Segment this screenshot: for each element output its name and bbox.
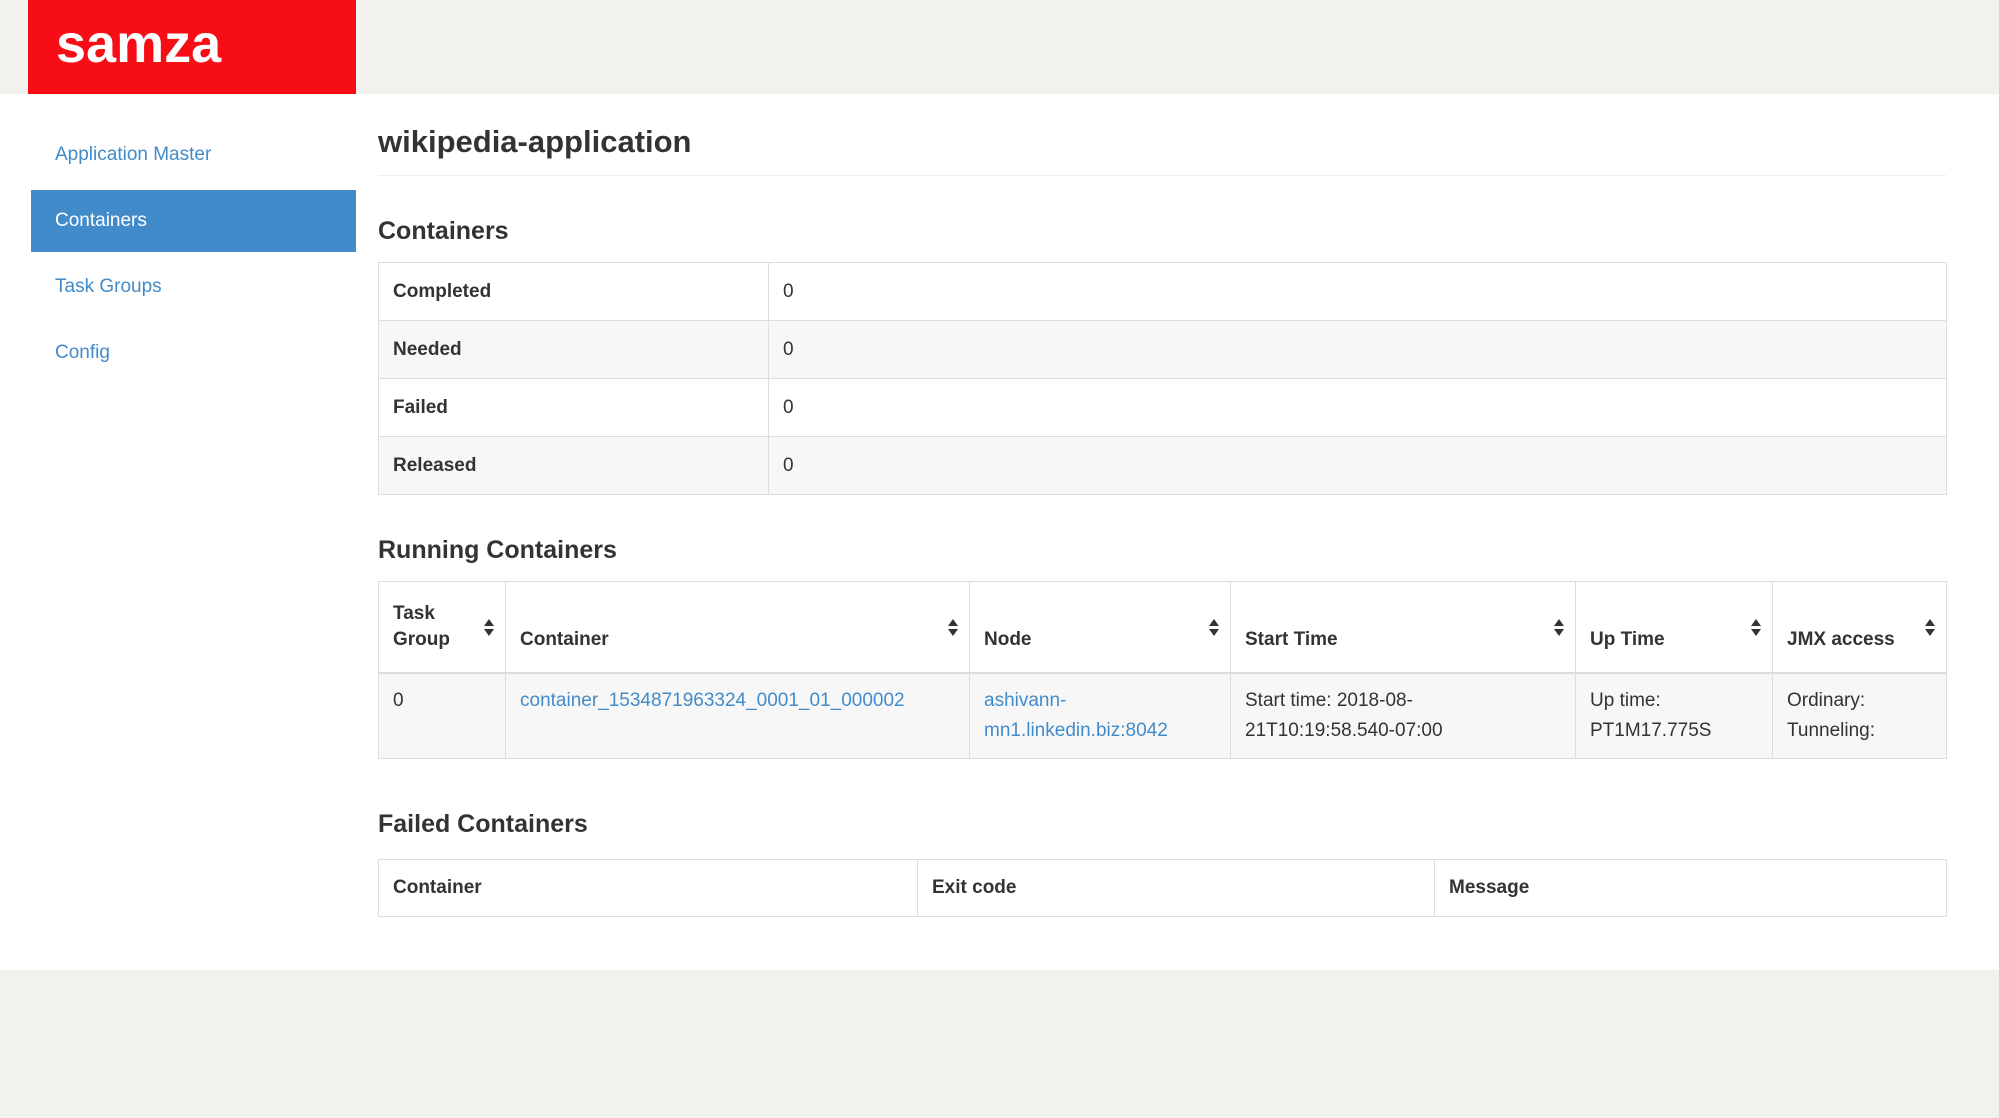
- jmx-ordinary-label: Ordinary:: [1787, 686, 1932, 716]
- summary-value-completed: 0: [769, 263, 1947, 321]
- column-header-container[interactable]: Container: [506, 582, 970, 674]
- table-row: 0 container_1534871963324_0001_01_000002…: [379, 673, 1947, 759]
- table-row: Failed 0: [379, 379, 1947, 437]
- cell-jmx-access: Ordinary: Tunneling:: [1773, 673, 1947, 759]
- column-header-message: Message: [1435, 860, 1947, 917]
- running-containers-heading: Running Containers: [378, 535, 1946, 565]
- table-row: Completed 0: [379, 263, 1947, 321]
- column-header-label: Task Group: [393, 603, 450, 650]
- sidebar-nav: Application Master Containers Task Group…: [31, 124, 356, 388]
- failed-containers-heading: Failed Containers: [378, 809, 1946, 839]
- column-header-start-time[interactable]: Start Time: [1231, 582, 1576, 674]
- cell-start-time: Start time: 2018-08-21T10:19:58.540-07:0…: [1231, 673, 1576, 759]
- failed-containers-table: Container Exit code Message: [378, 859, 1947, 917]
- summary-label-failed: Failed: [379, 379, 769, 437]
- column-header-node[interactable]: Node: [970, 582, 1231, 674]
- summary-value-failed: 0: [769, 379, 1947, 437]
- samza-logo-text: samza: [56, 17, 221, 77]
- table-header-row: Task Group Container Node Start Time Up …: [379, 582, 1947, 674]
- up-time-label: Up time:: [1590, 686, 1758, 716]
- sidebar-item-application-master[interactable]: Application Master: [31, 124, 356, 186]
- table-header-row: Container Exit code Message: [379, 860, 1947, 917]
- table-row: Released 0: [379, 437, 1947, 495]
- column-header-label: JMX access: [1787, 629, 1895, 650]
- page-title: wikipedia-application: [378, 122, 1946, 176]
- summary-value-released: 0: [769, 437, 1947, 495]
- column-header-up-time[interactable]: Up Time: [1576, 582, 1773, 674]
- column-header-label: Start Time: [1245, 629, 1338, 650]
- containers-summary-table: Completed 0 Needed 0 Failed 0 Released 0: [378, 262, 1947, 495]
- sidebar-item-containers[interactable]: Containers: [31, 190, 356, 252]
- cell-node: ashivann-mn1.linkedin.biz:8042: [970, 673, 1231, 759]
- container-link[interactable]: container_1534871963324_0001_01_000002: [520, 690, 905, 711]
- sidebar-item-config[interactable]: Config: [31, 322, 356, 384]
- sort-icon[interactable]: [1750, 619, 1762, 636]
- cell-up-time: Up time: PT1M17.775S: [1576, 673, 1773, 759]
- column-header-exit-code: Exit code: [918, 860, 1435, 917]
- sort-icon[interactable]: [483, 619, 495, 636]
- sort-icon[interactable]: [1924, 619, 1936, 636]
- sort-icon[interactable]: [1553, 619, 1565, 636]
- running-containers-table: Task Group Container Node Start Time Up …: [378, 581, 1947, 759]
- column-header-task-group[interactable]: Task Group: [379, 582, 506, 674]
- column-header-jmx-access[interactable]: JMX access: [1773, 582, 1947, 674]
- main-content: wikipedia-application Containers Complet…: [378, 94, 1946, 917]
- column-header-label: Container: [520, 629, 609, 650]
- sidebar-item-task-groups[interactable]: Task Groups: [31, 256, 356, 318]
- jmx-tunneling-label: Tunneling:: [1787, 716, 1932, 746]
- cell-container: container_1534871963324_0001_01_000002: [506, 673, 970, 759]
- summary-label-needed: Needed: [379, 321, 769, 379]
- column-header-label: Node: [984, 629, 1032, 650]
- column-header-label: Up Time: [1590, 629, 1665, 650]
- sort-icon[interactable]: [947, 619, 959, 636]
- summary-label-released: Released: [379, 437, 769, 495]
- table-row: Needed 0: [379, 321, 1947, 379]
- node-link[interactable]: ashivann-mn1.linkedin.biz:8042: [984, 690, 1168, 741]
- summary-value-needed: 0: [769, 321, 1947, 379]
- column-header-failed-container: Container: [379, 860, 918, 917]
- cell-task-group: 0: [379, 673, 506, 759]
- samza-logo[interactable]: samza: [28, 0, 356, 94]
- containers-heading: Containers: [378, 216, 1946, 246]
- up-time-value: PT1M17.775S: [1590, 716, 1758, 746]
- summary-label-completed: Completed: [379, 263, 769, 321]
- sort-icon[interactable]: [1208, 619, 1220, 636]
